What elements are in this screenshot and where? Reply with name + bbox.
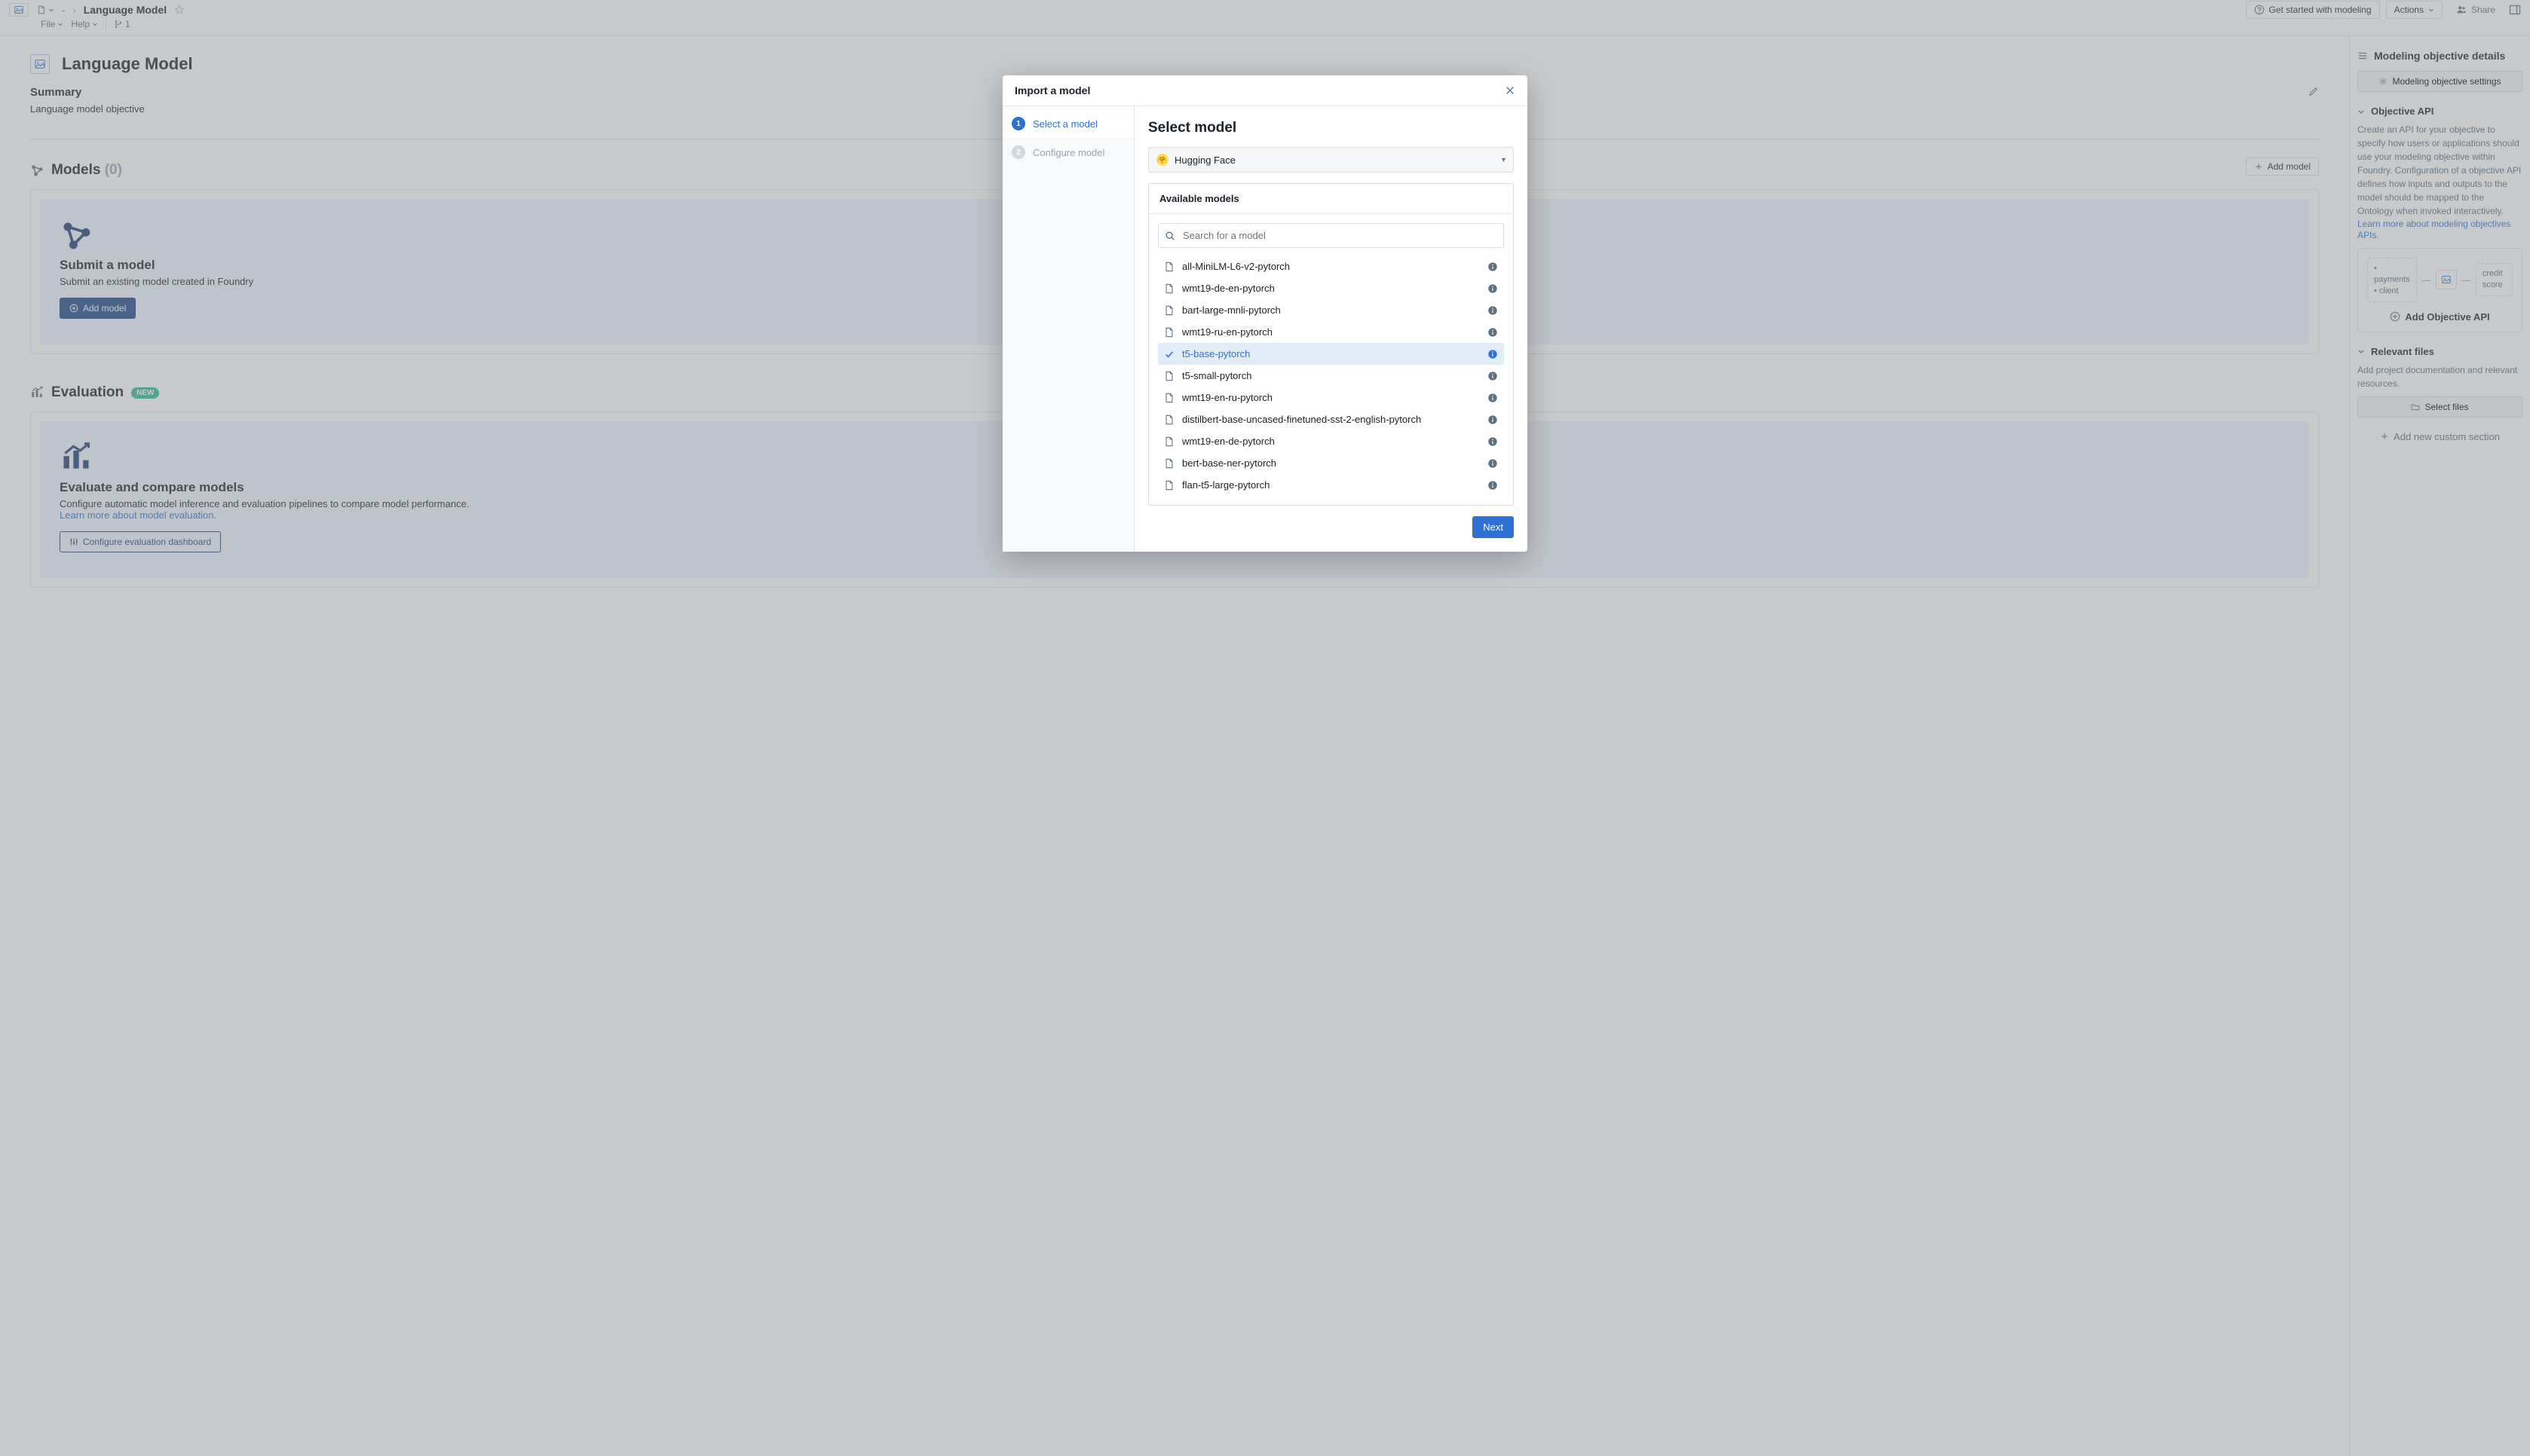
document-icon <box>1164 436 1175 447</box>
model-name: distilbert-base-uncased-finetuned-sst-2-… <box>1182 414 1421 425</box>
model-search-input[interactable] <box>1181 228 1497 243</box>
info-icon[interactable] <box>1487 414 1498 425</box>
model-row[interactable]: wmt19-ru-en-pytorch <box>1158 321 1504 343</box>
hugging-face-icon: 🤗 <box>1156 154 1169 166</box>
model-search[interactable] <box>1158 223 1504 248</box>
document-icon <box>1164 305 1175 316</box>
document-icon <box>1164 393 1175 403</box>
document-icon <box>1164 371 1175 381</box>
provider-select[interactable]: 🤗 Hugging Face ▾ <box>1148 147 1514 173</box>
model-row[interactable]: flan-t5-large-pytorch <box>1158 474 1504 496</box>
model-name: bert-base-ner-pytorch <box>1182 457 1276 469</box>
info-icon[interactable] <box>1487 436 1498 447</box>
model-name: all-MiniLM-L6-v2-pytorch <box>1182 261 1290 272</box>
info-icon[interactable] <box>1487 349 1498 359</box>
info-icon[interactable] <box>1487 327 1498 338</box>
check-icon <box>1164 349 1175 359</box>
model-list: all-MiniLM-L6-v2-pytorch wmt19-de-en-pyto… <box>1158 255 1504 496</box>
modal-steps: 1 Select a model 2 Configure model <box>1003 106 1135 552</box>
info-icon[interactable] <box>1487 393 1498 403</box>
model-row[interactable]: distilbert-base-uncased-finetuned-sst-2-… <box>1158 408 1504 430</box>
model-row[interactable]: all-MiniLM-L6-v2-pytorch <box>1158 255 1504 277</box>
next-button[interactable]: Next <box>1472 516 1514 538</box>
model-name: bart-large-mnli-pytorch <box>1182 304 1281 316</box>
info-icon[interactable] <box>1487 262 1498 272</box>
model-row[interactable]: wmt19-en-ru-pytorch <box>1158 387 1504 408</box>
document-icon <box>1164 480 1175 491</box>
model-name: t5-base-pytorch <box>1182 348 1250 359</box>
document-icon <box>1164 262 1175 272</box>
step-1-label: Select a model <box>1033 118 1098 130</box>
chevron-down-icon: ▾ <box>1502 156 1505 164</box>
info-icon[interactable] <box>1487 305 1498 316</box>
step-2-number: 2 <box>1012 145 1025 159</box>
step-select-model[interactable]: 1 Select a model <box>1003 109 1134 138</box>
search-icon <box>1165 231 1175 241</box>
modal-title: Import a model <box>1015 84 1090 96</box>
step-configure-model[interactable]: 2 Configure model <box>1003 138 1134 167</box>
model-row[interactable]: wmt19-de-en-pytorch <box>1158 277 1504 299</box>
info-icon[interactable] <box>1487 458 1498 469</box>
model-name: flan-t5-large-pytorch <box>1182 479 1270 491</box>
model-row[interactable]: t5-small-pytorch <box>1158 365 1504 387</box>
model-row[interactable]: wmt19-en-de-pytorch <box>1158 430 1504 452</box>
document-icon <box>1164 458 1175 469</box>
model-name: wmt19-en-de-pytorch <box>1182 436 1275 447</box>
model-name: t5-small-pytorch <box>1182 370 1251 381</box>
model-row[interactable]: t5-base-pytorch <box>1158 343 1504 365</box>
info-icon[interactable] <box>1487 283 1498 294</box>
model-row[interactable]: bart-large-mnli-pytorch <box>1158 299 1504 321</box>
available-models-header: Available models <box>1149 184 1513 214</box>
modal-heading: Select model <box>1148 120 1514 136</box>
model-name: wmt19-en-ru-pytorch <box>1182 392 1273 403</box>
document-icon <box>1164 327 1175 338</box>
model-name: wmt19-de-en-pytorch <box>1182 283 1275 294</box>
document-icon <box>1164 283 1175 294</box>
model-name: wmt19-ru-en-pytorch <box>1182 326 1273 338</box>
provider-label: Hugging Face <box>1175 154 1236 166</box>
step-1-number: 1 <box>1012 117 1025 130</box>
modal-overlay: Import a model 1 Select a model 2 Config… <box>0 0 2530 1456</box>
document-icon <box>1164 414 1175 425</box>
info-icon[interactable] <box>1487 371 1498 381</box>
import-model-modal: Import a model 1 Select a model 2 Config… <box>1003 75 1527 552</box>
close-icon[interactable] <box>1505 85 1515 96</box>
model-row[interactable]: bert-base-ner-pytorch <box>1158 452 1504 474</box>
info-icon[interactable] <box>1487 480 1498 491</box>
step-2-label: Configure model <box>1033 147 1104 158</box>
